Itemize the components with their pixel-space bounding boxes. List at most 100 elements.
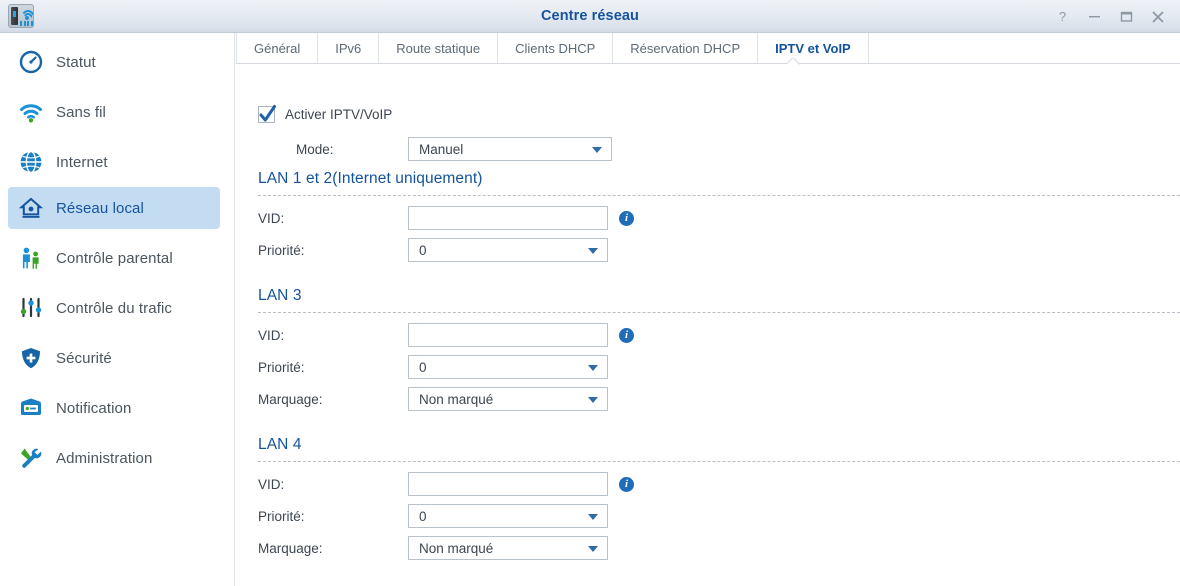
chevron-down-icon: [592, 147, 602, 153]
tab-label: Général: [254, 40, 301, 56]
section-divider: [258, 195, 1180, 196]
sidebar-item-label: Sécurité: [56, 349, 112, 367]
lan4-marking-row: Marquage: Non marqué: [258, 536, 608, 560]
info-icon[interactable]: i: [619, 327, 634, 343]
lan12-priority-select[interactable]: 0: [408, 238, 608, 262]
lan3-marking-row: Marquage: Non marqué: [258, 387, 608, 411]
enable-iptv-voip-checkbox[interactable]: [258, 105, 276, 123]
lan12-priority-label: Priorité:: [258, 242, 305, 258]
tab-label: Réservation DHCP: [630, 40, 741, 56]
lan4-priority-select[interactable]: 0: [408, 504, 608, 528]
sidebar-item-label: Contrôle parental: [56, 249, 173, 267]
lan3-priority-value: 0: [419, 359, 427, 375]
maximize-button[interactable]: [1110, 0, 1142, 33]
tab-label: Route statique: [396, 40, 481, 56]
lan4-marking-select[interactable]: Non marqué: [408, 536, 608, 560]
sidebar-item-internet[interactable]: Internet: [8, 141, 220, 183]
home-network-icon: [18, 195, 44, 221]
content-panel: Général IPv6 Route statique Clients DHCP…: [236, 33, 1180, 586]
sidebar-item-controle-parental[interactable]: Contrôle parental: [8, 237, 220, 279]
mode-value: Manuel: [419, 141, 464, 157]
lan4-marking-label: Marquage:: [258, 540, 323, 556]
lan3-marking-label: Marquage:: [258, 391, 323, 407]
sidebar-item-label: Notification: [56, 399, 132, 417]
section-title-lan4: LAN 4: [258, 436, 302, 453]
sidebar-item-reseau-local[interactable]: Réseau local: [8, 187, 220, 229]
enable-iptv-voip-row[interactable]: Activer IPTV/VoIP: [258, 105, 393, 123]
lan12-vid-label: VID:: [258, 210, 285, 226]
section-title-lan3: LAN 3: [258, 287, 302, 304]
tools-icon: [18, 445, 44, 471]
sidebar-item-notification[interactable]: Notification: [8, 387, 220, 429]
lan12-priority-row: Priorité: 0: [258, 238, 608, 262]
shield-icon: [18, 345, 44, 371]
lan3-vid-row: VID: i: [258, 323, 634, 347]
chevron-down-icon: [588, 248, 598, 254]
chevron-down-icon: [588, 397, 598, 403]
chevron-down-icon: [588, 546, 598, 552]
tab-general[interactable]: Général: [236, 33, 319, 63]
chevron-down-icon: [588, 365, 598, 371]
tab-ipv6[interactable]: IPv6: [318, 33, 380, 63]
lan3-vid-input[interactable]: [408, 323, 608, 347]
help-button[interactable]: ?: [1046, 0, 1078, 33]
sidebar-item-label: Internet: [56, 153, 108, 171]
sliders-icon: [18, 295, 44, 321]
lan3-priority-label: Priorité:: [258, 359, 305, 375]
sidebar-item-label: Sans fil: [56, 103, 106, 121]
globe-icon: [17, 149, 45, 175]
parental-icon: [18, 245, 44, 271]
chevron-down-icon: [588, 514, 598, 520]
svg-text:?: ?: [1058, 10, 1065, 24]
tab-clients-dhcp[interactable]: Clients DHCP: [498, 33, 614, 63]
sidebar-item-statut[interactable]: Statut: [8, 41, 220, 83]
sidebar: Statut Sans fil Internet Réseau local Co…: [0, 33, 235, 586]
tab-route-statique[interactable]: Route statique: [379, 33, 499, 63]
lan12-vid-input[interactable]: [408, 206, 608, 230]
lan3-priority-row: Priorité: 0: [258, 355, 608, 379]
lan3-marking-value: Non marqué: [419, 391, 494, 407]
lan12-vid-row: VID: i: [258, 206, 634, 230]
sidebar-item-label: Administration: [56, 449, 153, 467]
close-button[interactable]: [1142, 0, 1174, 33]
tab-label: Clients DHCP: [515, 40, 596, 56]
minimize-button[interactable]: [1078, 0, 1110, 33]
window-titlebar: Centre réseau ?: [0, 0, 1180, 33]
mode-select[interactable]: Manuel: [408, 137, 612, 161]
sidebar-item-administration[interactable]: Administration: [8, 437, 220, 479]
sidebar-item-label: Statut: [56, 53, 96, 71]
enable-iptv-voip-label: Activer IPTV/VoIP: [285, 107, 393, 122]
wifi-icon: [18, 99, 44, 125]
lan12-priority-value: 0: [419, 242, 427, 258]
network-center-window: Centre réseau ? Statut Sans fil Internet…: [0, 0, 1180, 586]
lan4-priority-value: 0: [419, 508, 427, 524]
sidebar-item-sans-fil[interactable]: Sans fil: [8, 91, 220, 133]
lan4-vid-row: VID: i: [258, 472, 634, 496]
tab-label: IPTV et VoIP: [775, 40, 851, 56]
tab-bar: Général IPv6 Route statique Clients DHCP…: [236, 33, 1180, 63]
lan3-marking-select[interactable]: Non marqué: [408, 387, 608, 411]
lan4-vid-input[interactable]: [408, 472, 608, 496]
lan3-priority-select[interactable]: 0: [408, 355, 608, 379]
lan4-priority-row: Priorité: 0: [258, 504, 608, 528]
section-divider: [258, 461, 1180, 462]
mode-label: Mode:: [296, 141, 334, 157]
lan3-vid-label: VID:: [258, 327, 285, 343]
info-icon[interactable]: i: [619, 210, 634, 226]
page-title: Centre réseau: [540, 8, 639, 24]
sidebar-item-controle-du-trafic[interactable]: Contrôle du trafic: [8, 287, 220, 329]
tab-iptv-et-voip[interactable]: IPTV et VoIP: [758, 33, 869, 63]
gauge-icon: [18, 49, 44, 75]
tab-reservation-dhcp[interactable]: Réservation DHCP: [613, 33, 759, 63]
section-title-lan12: LAN 1 et 2(Internet uniquement): [258, 170, 483, 187]
lan4-marking-value: Non marqué: [419, 540, 494, 556]
iptv-voip-form: Activer IPTV/VoIP Mode: Manuel LAN 1 et …: [236, 64, 1180, 586]
info-icon[interactable]: i: [619, 476, 634, 492]
tab-label: IPv6: [335, 40, 362, 56]
section-divider: [258, 312, 1180, 313]
lan4-vid-label: VID:: [258, 476, 285, 492]
sidebar-item-label: Réseau local: [56, 199, 144, 217]
sidebar-item-securite[interactable]: Sécurité: [8, 337, 220, 379]
window-controls: ?: [1046, 0, 1174, 33]
envelope-icon: [18, 395, 44, 421]
